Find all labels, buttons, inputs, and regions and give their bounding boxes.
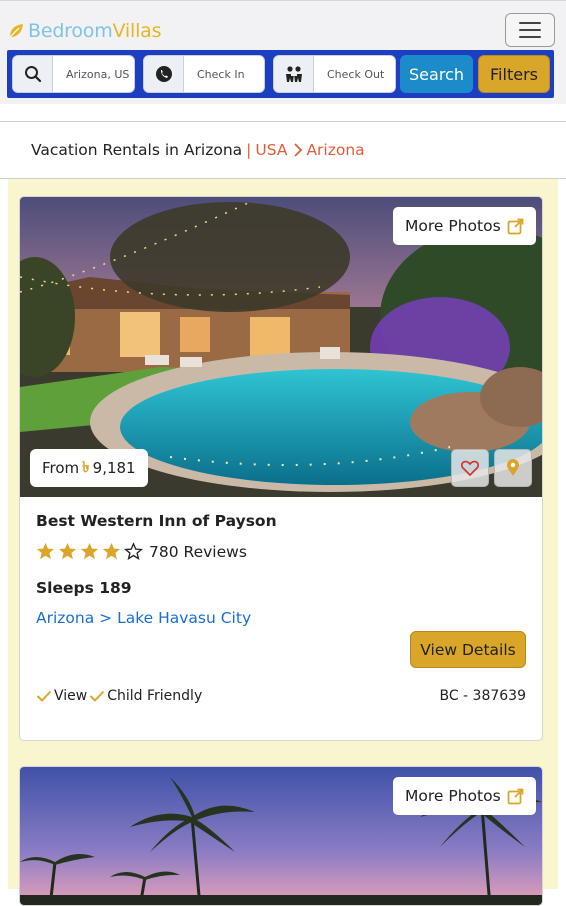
logo-text-villas: Villas bbox=[112, 20, 162, 42]
menu-toggle-button[interactable] bbox=[505, 13, 555, 47]
search-icon bbox=[13, 56, 53, 92]
listing-photo[interactable]: More Photos bbox=[20, 767, 542, 905]
listing-title[interactable]: Best Western Inn of Payson bbox=[36, 512, 277, 530]
external-link-icon bbox=[507, 788, 524, 804]
listing-card: More Photos bbox=[19, 766, 543, 906]
star-filled-icon bbox=[58, 542, 77, 560]
star-filled-icon bbox=[80, 542, 99, 560]
map-pin-icon bbox=[507, 459, 519, 476]
currency-symbol: ৳ bbox=[82, 457, 90, 476]
checkin-group: Check In bbox=[143, 55, 265, 93]
feature-list: View Child Friendly bbox=[36, 688, 204, 704]
star-filled-icon bbox=[102, 542, 121, 560]
map-location-button[interactable] bbox=[494, 449, 532, 487]
location-input[interactable]: Arizona, US bbox=[53, 56, 134, 92]
star-filled-icon bbox=[36, 542, 55, 560]
leaf-icon bbox=[9, 24, 23, 38]
hamburger-icon bbox=[519, 22, 541, 24]
breadcrumb-arizona-link[interactable]: Arizona bbox=[306, 141, 364, 159]
more-photos-button[interactable]: More Photos bbox=[393, 777, 536, 815]
location-group: Arizona, US bbox=[12, 55, 135, 93]
listing-photo[interactable]: More Photos From ৳ 9,181 bbox=[20, 197, 542, 497]
reviews-count[interactable]: 780 Reviews bbox=[149, 543, 247, 561]
location-link[interactable]: Arizona > Lake Havasu City bbox=[36, 609, 251, 627]
favorite-button[interactable] bbox=[451, 449, 489, 487]
search-button[interactable]: Search bbox=[400, 55, 473, 93]
checkmark-icon bbox=[90, 690, 105, 702]
feature-item: View bbox=[36, 688, 87, 704]
checkin-input[interactable]: Check In bbox=[184, 56, 264, 92]
top-navbar: BedroomVillas Arizona, US Check In Check… bbox=[0, 0, 566, 104]
feature-item: Child Friendly bbox=[89, 688, 202, 704]
star-rating: 780 Reviews bbox=[36, 542, 247, 561]
logo-text-bedroom: Bedroom bbox=[28, 20, 113, 42]
guests-icon bbox=[274, 56, 314, 92]
more-photos-label: More Photos bbox=[405, 787, 501, 805]
search-bar: Arizona, US Check In Check Out Search Fi… bbox=[7, 50, 554, 98]
filters-button[interactable]: Filters bbox=[478, 55, 550, 93]
price-value: 9,181 bbox=[92, 459, 136, 477]
price-prefix: From bbox=[42, 459, 80, 477]
listing-code: BC - 387639 bbox=[439, 688, 526, 704]
more-photos-label: More Photos bbox=[405, 217, 501, 235]
phone-icon bbox=[144, 56, 184, 92]
brand-logo[interactable]: BedroomVillas bbox=[8, 20, 162, 42]
feature-label: Child Friendly bbox=[107, 688, 203, 704]
price-badge: From ৳ 9,181 bbox=[30, 449, 148, 487]
listing-card: More Photos From ৳ 9,181 Best Western In… bbox=[19, 196, 543, 741]
heart-icon bbox=[461, 460, 479, 476]
listing-results: More Photos From ৳ 9,181 Best Western In… bbox=[8, 179, 558, 906]
external-link-icon bbox=[507, 218, 524, 234]
chevron-right-icon bbox=[294, 143, 303, 157]
page-title: Vacation Rentals in Arizona bbox=[31, 141, 243, 159]
checkout-group: Check Out bbox=[273, 55, 396, 93]
feature-label: View bbox=[54, 688, 88, 704]
breadcrumb: Vacation Rentals in Arizona | USA Arizon… bbox=[0, 121, 566, 179]
star-empty-icon bbox=[124, 542, 143, 561]
breadcrumb-separator: | bbox=[246, 141, 252, 159]
checkmark-icon bbox=[36, 690, 52, 702]
more-photos-button[interactable]: More Photos bbox=[393, 207, 536, 245]
view-details-button[interactable]: View Details bbox=[410, 631, 526, 668]
sleeps-capacity: Sleeps 189 bbox=[36, 579, 132, 597]
breadcrumb-usa-link[interactable]: USA bbox=[255, 141, 287, 159]
checkout-input[interactable]: Check Out bbox=[314, 56, 395, 92]
